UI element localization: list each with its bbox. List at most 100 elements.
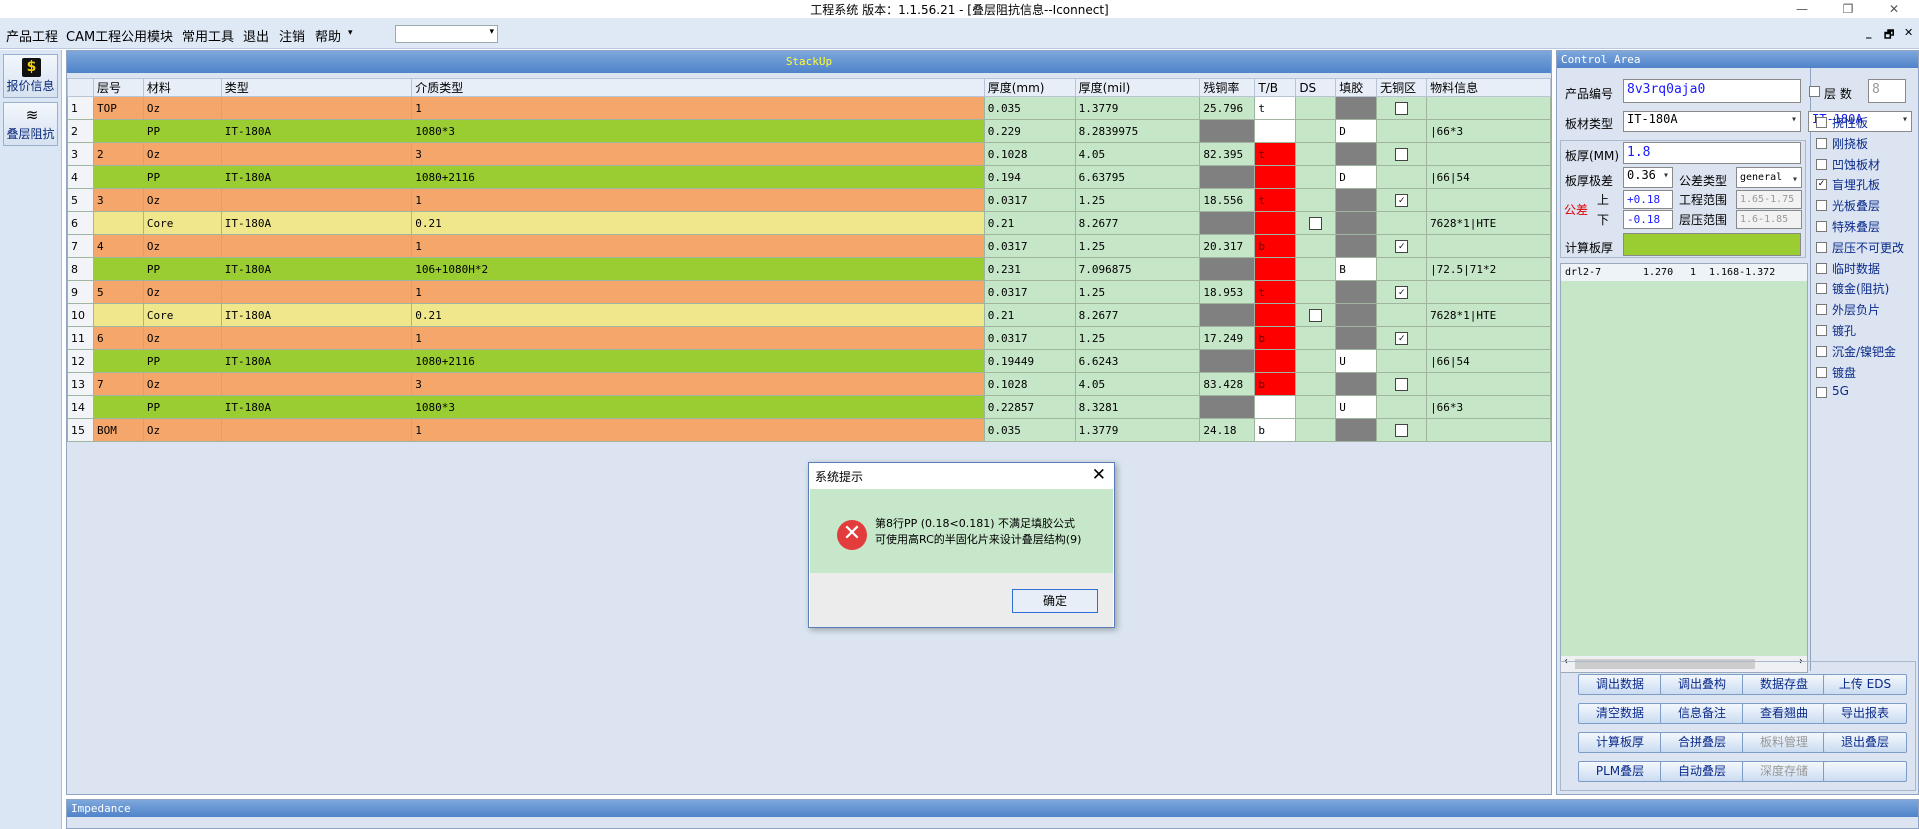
cell-diel[interactable]: 3 [411, 142, 985, 166]
cell-mat[interactable]: Oz [142, 188, 222, 212]
cell-mm[interactable]: 0.035 [983, 418, 1076, 442]
cell-mat[interactable]: Oz [142, 326, 222, 350]
cell-info[interactable]: |66*3 [1426, 119, 1551, 143]
cell-info[interactable]: |72.5|71*2 [1426, 257, 1551, 281]
cell-diel[interactable]: 3 [411, 372, 985, 396]
cell-type[interactable] [220, 96, 413, 120]
material-type-select[interactable]: IT-180A ▾ [1623, 111, 1801, 132]
cell-diel[interactable]: 0.21 [411, 211, 985, 235]
menu-common-module[interactable]: 公用模块 [121, 26, 173, 45]
cell-info[interactable] [1426, 234, 1551, 258]
cell-layer[interactable] [92, 349, 144, 373]
row-number[interactable]: 3 [67, 142, 94, 166]
cell-nocu[interactable]: ✓ [1376, 326, 1428, 350]
tolerance-type-select[interactable]: general ▾ [1736, 167, 1802, 188]
cell-mm[interactable]: 0.19449 [983, 349, 1076, 373]
menu-product-engineering[interactable]: 产品工程 [6, 26, 58, 45]
row-number[interactable]: 8 [67, 257, 94, 281]
control-button[interactable]: 合拼叠层 [1660, 732, 1744, 753]
cell-mil[interactable]: 4.05 [1074, 142, 1201, 166]
cell-nocu[interactable] [1376, 142, 1428, 166]
column-header[interactable] [67, 78, 94, 97]
cell-mil[interactable]: 6.6243 [1074, 349, 1201, 373]
menu-exit[interactable]: 退出 [243, 26, 269, 45]
close-window-button[interactable]: ✕ [1876, 0, 1912, 18]
cell-mm[interactable]: 0.0317 [983, 188, 1076, 212]
cell-cu[interactable]: 17.249 [1199, 326, 1256, 350]
column-header[interactable]: 厚度(mil) [1074, 78, 1201, 97]
cell-nocu[interactable]: ✓ [1376, 234, 1428, 258]
cell-tb[interactable] [1254, 211, 1297, 235]
cell-mm[interactable]: 0.035 [983, 96, 1076, 120]
cell-type[interactable] [220, 234, 413, 258]
cell-cu[interactable] [1199, 303, 1256, 327]
upper-tolerance-input[interactable]: +0.18 [1623, 190, 1673, 209]
column-header[interactable]: 类型 [220, 78, 413, 97]
checkbox[interactable]: ✓ [1395, 239, 1409, 253]
row-number[interactable]: 11 [67, 326, 94, 350]
cell-ds[interactable] [1295, 372, 1337, 396]
cell-type[interactable]: IT-180A [220, 303, 413, 327]
cell-cu[interactable] [1199, 165, 1256, 189]
option-label[interactable]: 5G [1832, 384, 1849, 398]
cell-tb[interactable]: b [1254, 234, 1297, 258]
option-checkbox[interactable]: ✓ [1816, 179, 1827, 191]
cell-mat[interactable]: PP [142, 165, 222, 189]
option-checkbox[interactable] [1816, 304, 1827, 316]
table-row[interactable]: 2 PP IT-180A 1080*3 0.229 8.2839975 D |66*3 [67, 119, 1551, 143]
cell-mat[interactable]: Oz [142, 280, 222, 304]
column-header[interactable]: 残铜率 [1199, 78, 1256, 97]
option-label[interactable]: 外层负片 [1832, 301, 1880, 318]
cell-info[interactable]: |66|54 [1426, 349, 1551, 373]
table-row[interactable]: 14 PP IT-180A 1080*3 0.22857 8.3281 U |66*3 [67, 395, 1551, 419]
cell-mat[interactable]: PP [142, 349, 222, 373]
option-label[interactable]: 临时数据 [1832, 260, 1880, 277]
cell-type[interactable] [220, 280, 413, 304]
cell-ds[interactable] [1295, 234, 1337, 258]
product-number-input[interactable]: 8v3rq0aja0 [1623, 79, 1801, 103]
cell-tb[interactable]: t [1254, 280, 1297, 304]
cell-fill[interactable] [1335, 326, 1378, 350]
table-row[interactable]: 7 4 Oz 1 0.0317 1.25 20.317 b ✓ [67, 234, 1551, 258]
cell-layer[interactable] [92, 257, 144, 281]
row-number[interactable]: 12 [67, 349, 94, 373]
option-checkbox[interactable] [1816, 283, 1827, 295]
table-row[interactable]: 5 3 Oz 1 0.0317 1.25 18.556 t ✓ [67, 188, 1551, 212]
cell-mm[interactable]: 0.0317 [983, 280, 1076, 304]
cell-ds[interactable] [1295, 188, 1337, 212]
control-button[interactable]: 导出报表 [1823, 703, 1907, 724]
cell-mil[interactable]: 8.3281 [1074, 395, 1201, 419]
cell-mm[interactable]: 0.194 [983, 165, 1076, 189]
menu-cam-engineering[interactable]: CAM工程 [66, 26, 121, 45]
cell-mm[interactable]: 0.229 [983, 119, 1076, 143]
checkbox[interactable] [1395, 377, 1409, 391]
cell-type[interactable] [220, 418, 413, 442]
cell-tb[interactable]: t [1254, 142, 1297, 166]
stack-impedance-button[interactable]: ≋ 叠层阻抗 [3, 102, 58, 146]
column-header[interactable]: T/B [1254, 78, 1297, 97]
option-checkbox[interactable] [1816, 200, 1827, 212]
ok-button[interactable]: 确定 [1012, 589, 1098, 613]
cell-ds[interactable] [1295, 326, 1337, 350]
cell-mm[interactable]: 0.21 [983, 303, 1076, 327]
cell-nocu[interactable] [1376, 418, 1428, 442]
option-label[interactable]: 凹蚀板材 [1832, 156, 1880, 173]
cell-nocu[interactable] [1376, 257, 1428, 281]
checkbox[interactable] [1395, 423, 1409, 437]
board-thickness-input[interactable]: 1.8 [1623, 142, 1801, 164]
cell-mm[interactable]: 0.22857 [983, 395, 1076, 419]
cell-fill[interactable]: B [1335, 257, 1378, 281]
cell-fill[interactable] [1335, 188, 1378, 212]
option-label[interactable]: 盲埋孔板 [1832, 176, 1880, 193]
row-number[interactable]: 9 [67, 280, 94, 304]
cell-mil[interactable]: 8.2839975 [1074, 119, 1201, 143]
cell-mil[interactable]: 1.25 [1074, 280, 1201, 304]
cell-tb[interactable] [1254, 395, 1297, 419]
cell-cu[interactable] [1199, 257, 1256, 281]
cell-mat[interactable]: PP [142, 119, 222, 143]
cell-nocu[interactable] [1376, 165, 1428, 189]
row-number[interactable]: 2 [67, 119, 94, 143]
menu-overflow-arrow-icon[interactable]: ▾ [348, 28, 353, 38]
cell-ds[interactable] [1295, 303, 1337, 327]
cell-mm[interactable]: 0.21 [983, 211, 1076, 235]
